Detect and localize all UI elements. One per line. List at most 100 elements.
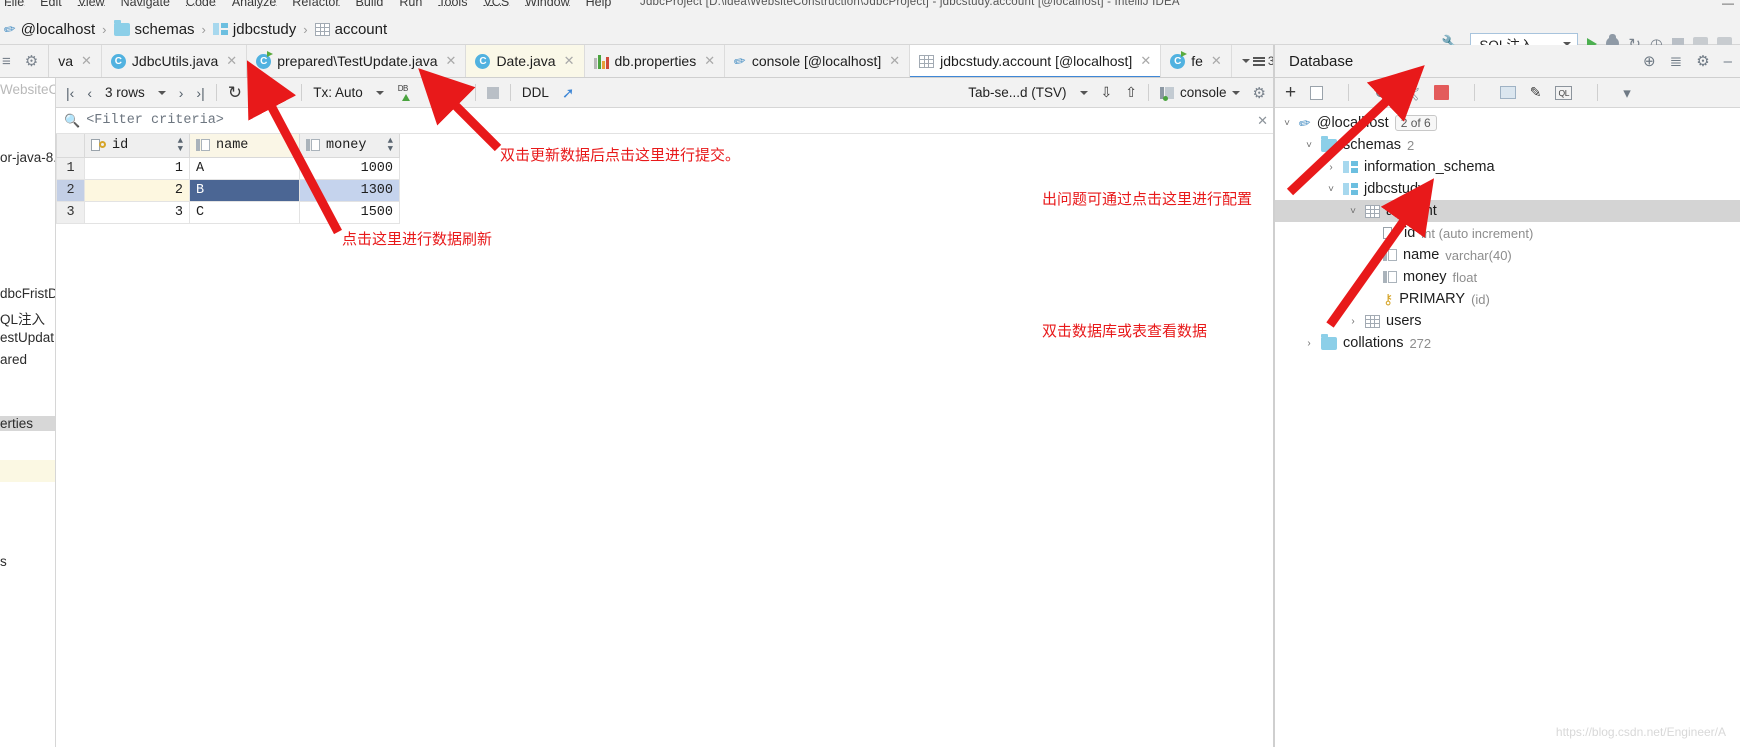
filter-bar[interactable]: 🔍 <Filter criteria> ✕ — [56, 108, 1274, 134]
cell-name[interactable]: A — [189, 156, 300, 180]
filter-input[interactable]: <Filter criteria> — [86, 113, 224, 128]
breadcrumb-item-account[interactable]: account — [313, 21, 390, 38]
column-header-name[interactable]: name ▲ ▼ — [189, 134, 300, 158]
close-icon[interactable]: ✕ — [446, 53, 457, 69]
stop-icon[interactable] — [486, 86, 499, 99]
tab-jdbcutils-java[interactable]: C JdbcUtils.java ✕ — [102, 45, 248, 77]
sort-icon[interactable]: ▲ ▼ — [288, 137, 293, 154]
menu-item-window[interactable]: Window — [525, 0, 569, 9]
menu-item-navigate[interactable]: Navigate — [121, 0, 170, 9]
console-selector[interactable]: console — [1160, 85, 1240, 101]
first-page-icon[interactable]: |‹ — [66, 85, 74, 101]
menu-item-tools[interactable]: Tools — [438, 0, 467, 9]
collapse-all-icon[interactable]: ≡ — [2, 53, 11, 70]
tab-jdbcstudy-account[interactable]: jdbcstudy.account [@localhost] ✕ — [910, 45, 1162, 77]
cell-money[interactable]: 1000 — [299, 156, 400, 180]
gear-icon[interactable]: ⚙ — [25, 52, 38, 70]
stop-icon[interactable] — [1433, 85, 1449, 100]
table-row[interactable]: 2 2 B 1300 — [56, 178, 400, 202]
settings-icon[interactable]: ⚙ — [1696, 52, 1709, 70]
close-icon[interactable]: ✕ — [889, 53, 900, 69]
menu-items[interactable]: File Edit View Navigate Code Analyze Ref… — [0, 0, 611, 9]
sort-icon[interactable]: ▲ ▼ — [178, 137, 183, 154]
breadcrumb-item-localhost[interactable]: ✏ @localhost — [2, 20, 97, 38]
chevron-down-icon[interactable]: ˅ — [1347, 206, 1359, 217]
menu-item-code[interactable]: Code — [186, 0, 216, 9]
rows-count-label[interactable]: 3 rows — [105, 85, 145, 100]
tree-node-information-schema[interactable]: › information_schema — [1275, 156, 1740, 178]
cell-id[interactable]: 2 — [84, 178, 190, 202]
menu-item-refactor[interactable]: Refactor — [292, 0, 339, 9]
close-icon[interactable]: ✕ — [226, 53, 237, 69]
table-row[interactable]: 1 1 A 1000 — [56, 156, 400, 180]
tab-fe[interactable]: C fe ✕ — [1161, 45, 1232, 77]
menu-item-vcs[interactable]: VCS — [483, 0, 509, 9]
refresh-icon[interactable]: ↻ — [228, 83, 242, 103]
breadcrumb-item-schemas[interactable]: schemas — [112, 19, 197, 38]
menu-item-build[interactable]: Build — [356, 0, 384, 9]
hide-icon[interactable]: – — [1724, 53, 1732, 70]
menu-item-edit[interactable]: Edit — [40, 0, 62, 9]
cell-id[interactable]: 1 — [84, 156, 190, 180]
filter-icon[interactable]: ▾ — [1623, 84, 1631, 102]
chevron-down-icon[interactable]: ˅ — [1281, 118, 1293, 129]
output-format-label[interactable]: Tab-se...d (TSV) — [968, 85, 1066, 100]
close-icon[interactable]: ✕ — [1211, 53, 1222, 69]
cell-id[interactable]: 3 — [84, 200, 190, 224]
column-header-id[interactable]: id ▲ ▼ — [84, 134, 190, 158]
prev-page-icon[interactable]: ‹ — [87, 85, 92, 101]
edit-icon[interactable]: ✎ — [1530, 84, 1542, 101]
table-row[interactable]: 3 3 C 1500 — [56, 200, 400, 224]
breadcrumb-item-jdbcstudy[interactable]: jdbcstudy — [211, 21, 298, 38]
column-header-money[interactable]: money ▲ ▼ — [299, 134, 400, 158]
cell-name[interactable]: C — [189, 200, 300, 224]
close-icon[interactable]: ✕ — [81, 53, 92, 69]
add-icon[interactable]: ⊕ — [1643, 52, 1656, 70]
cell-money[interactable]: 1300 — [299, 178, 400, 202]
import-icon[interactable]: ⇩ — [1101, 84, 1113, 101]
tree-node-column-id[interactable]: id int (auto increment) — [1275, 222, 1740, 244]
next-page-icon[interactable]: › — [179, 85, 184, 101]
tab-testupdate-java[interactable]: C prepared\TestUpdate.java ✕ — [247, 45, 467, 77]
chevron-right-icon[interactable]: › — [1325, 162, 1337, 173]
window-minimize-button[interactable]: — — [1722, 0, 1734, 10]
tree-node-users[interactable]: › users — [1275, 310, 1740, 332]
copy-icon[interactable] — [1307, 83, 1324, 100]
menu-item-analyze[interactable]: Analyze — [232, 0, 276, 9]
tree-node-primary-key[interactable]: ⚷ PRIMARY (id) — [1275, 288, 1740, 310]
new-icon[interactable]: + — [1285, 83, 1296, 102]
tab-va-java[interactable]: va ✕ — [49, 45, 102, 77]
tree-node-collations[interactable]: › collations 272 — [1275, 332, 1740, 354]
tree-node-column-name[interactable]: name varchar(40) — [1275, 244, 1740, 266]
refresh-icon[interactable]: ↻ — [1374, 84, 1387, 102]
menu-item-run[interactable]: Run — [399, 0, 422, 9]
export-icon[interactable]: ⇧ — [1125, 84, 1137, 101]
chevron-down-icon[interactable] — [157, 90, 166, 95]
collapse-icon[interactable]: ≣ — [1670, 52, 1683, 70]
ddl-button[interactable]: DDL — [522, 85, 549, 100]
chevron-down-icon[interactable]: ˅ — [1303, 140, 1315, 151]
tab-db-properties[interactable]: db.properties ✕ — [585, 45, 726, 77]
last-page-icon[interactable]: ›| — [196, 85, 204, 101]
transaction-mode-label[interactable]: Tx: Auto — [313, 85, 363, 100]
modify-icon[interactable]: ➚ — [562, 84, 575, 102]
close-icon[interactable]: ✕ — [564, 53, 575, 69]
add-row-icon[interactable]: + — [255, 83, 266, 102]
chevron-down-icon[interactable] — [1079, 90, 1088, 95]
sql-script-icon[interactable]: 🛠 — [1401, 84, 1420, 102]
query-console-icon[interactable]: QL — [1555, 85, 1573, 100]
delete-row-icon[interactable]: − — [279, 83, 290, 102]
tree-node-schemas[interactable]: ˅ schemas 2 — [1275, 134, 1740, 156]
panel-divider[interactable] — [1273, 45, 1274, 747]
menu-item-help[interactable]: Help — [586, 0, 612, 9]
chevron-right-icon[interactable]: › — [1347, 316, 1359, 327]
chevron-down-icon[interactable]: ˅ — [1325, 184, 1337, 195]
cell-money[interactable]: 1500 — [299, 200, 400, 224]
tab-date-java[interactable]: C Date.java ✕ — [466, 45, 585, 77]
menu-item-view[interactable]: View — [78, 0, 105, 9]
close-icon[interactable]: ✕ — [1140, 53, 1151, 69]
tree-node-localhost[interactable]: ˅ ✏ @localhost 2 of 6 — [1275, 112, 1740, 134]
close-icon[interactable]: ✕ — [704, 53, 715, 69]
chevron-down-icon[interactable] — [375, 90, 384, 95]
commit-icon[interactable]: ✓ — [426, 84, 439, 102]
